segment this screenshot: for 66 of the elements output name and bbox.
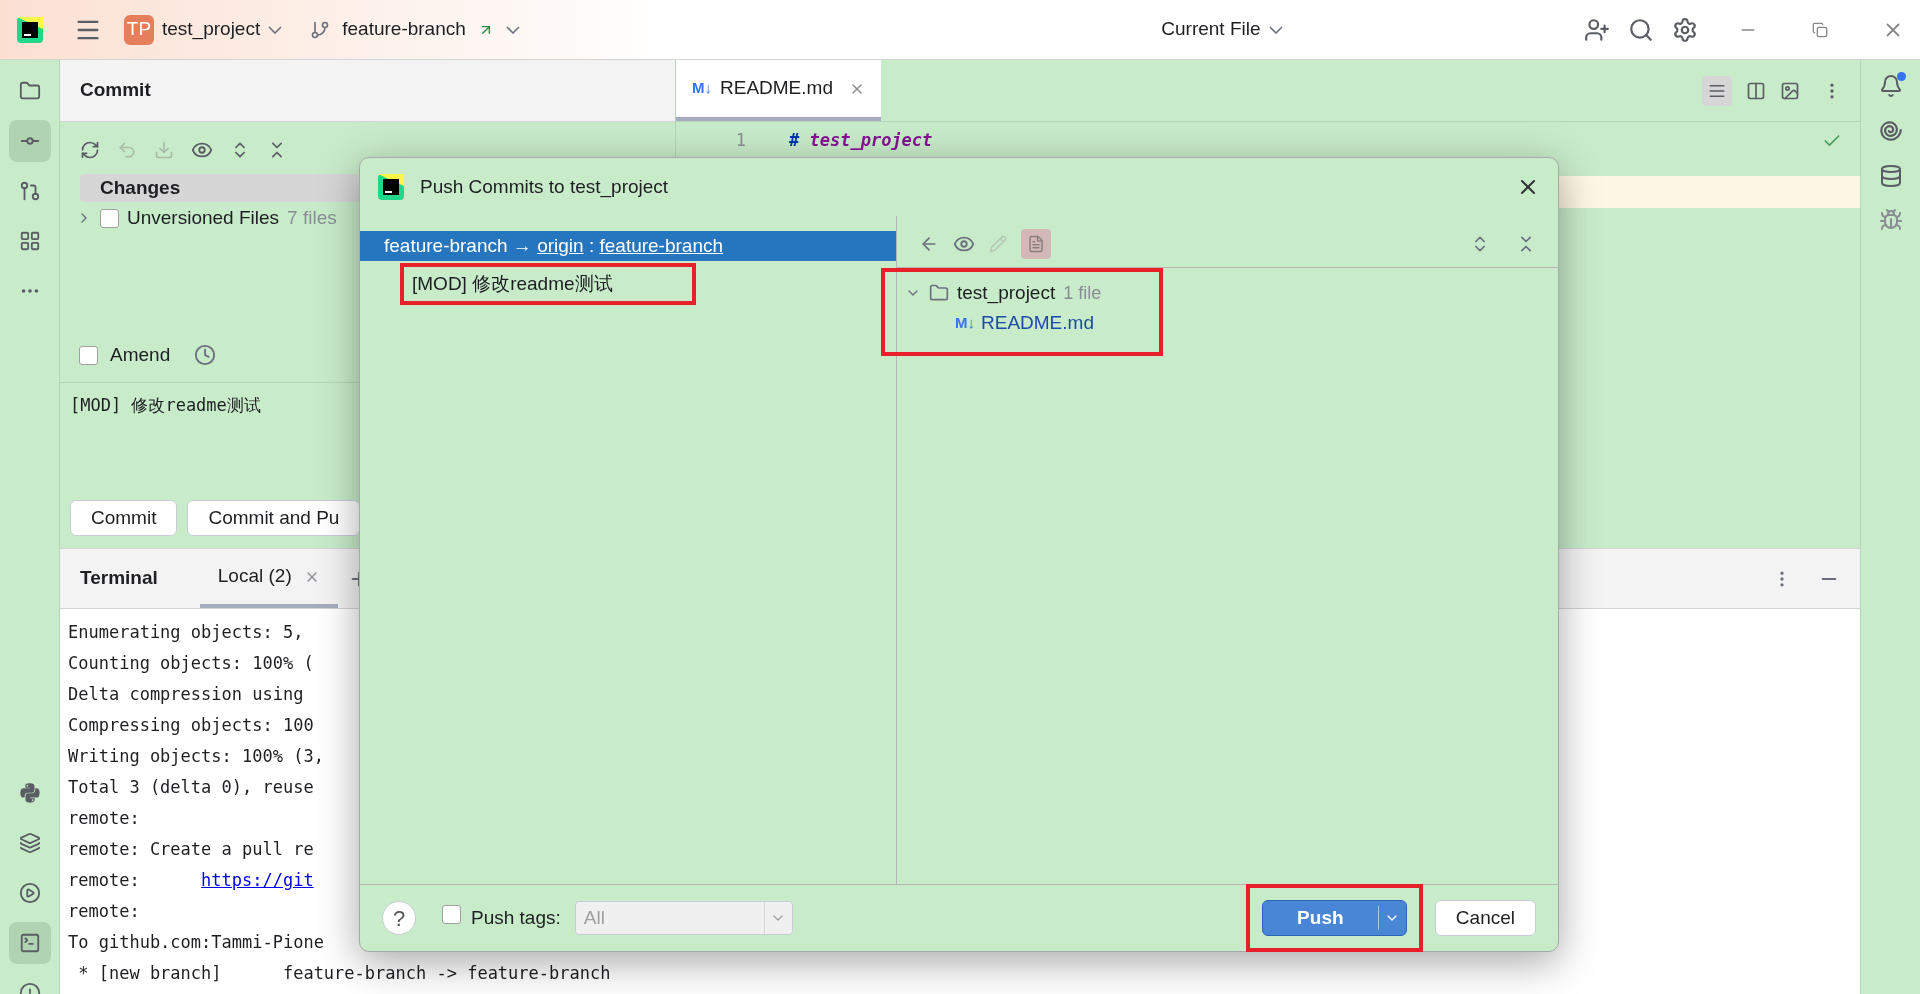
terminal-tab[interactable]: Local (2) bbox=[199, 549, 338, 608]
refresh-icon[interactable] bbox=[80, 140, 100, 160]
project-badge: TP bbox=[124, 14, 154, 45]
tree-item[interactable]: Unversioned Files bbox=[127, 203, 280, 233]
commit-icon[interactable] bbox=[8, 120, 51, 162]
amend-label: Amend bbox=[110, 342, 171, 367]
line-number: 1 bbox=[734, 129, 746, 153]
app-logo bbox=[378, 174, 404, 200]
tree-item[interactable]: README.md bbox=[981, 308, 1094, 338]
tab-label: README.md bbox=[720, 76, 833, 101]
history-icon[interactable] bbox=[194, 344, 217, 366]
terminal-link[interactable]: https://git bbox=[201, 869, 314, 890]
terminal-line: * [new branch] feature-branch -> feature-branch bbox=[77, 961, 611, 985]
commit-button[interactable]: Commit bbox=[70, 500, 178, 536]
branch-icon bbox=[310, 19, 331, 40]
settings-icon[interactable] bbox=[1672, 16, 1698, 43]
app-logo bbox=[17, 16, 43, 43]
project-selector[interactable]: test_project bbox=[162, 15, 283, 44]
terminal-line: remote: bbox=[68, 899, 140, 923]
terminal-line: Writing objects: 100% (3, bbox=[68, 744, 324, 768]
terminal-line: Counting objects: 100% ( bbox=[68, 651, 314, 675]
terminal-line: Compressing objects: 100 bbox=[68, 713, 314, 737]
run-config-selector[interactable]: Current File bbox=[1161, 15, 1283, 44]
markdown-label: M↓ bbox=[692, 78, 712, 99]
push-tags-label: Push tags: bbox=[471, 905, 561, 930]
cancel-button[interactable]: Cancel bbox=[1434, 900, 1536, 936]
chevron-down-icon bbox=[268, 25, 283, 34]
terminal-line: remote: https://git bbox=[68, 868, 314, 892]
preview-icon[interactable] bbox=[1780, 80, 1800, 101]
commit-button[interactable]: Commit and Pu bbox=[187, 500, 361, 536]
editor-tab[interactable]: M↓ README.md bbox=[676, 60, 881, 121]
pencil-icon bbox=[989, 234, 1007, 253]
help-button[interactable]: ? bbox=[382, 901, 416, 935]
terminal-line: remote: bbox=[68, 806, 140, 830]
branch-selector[interactable]: feature-branch bbox=[342, 15, 520, 44]
push-button[interactable]: Push bbox=[1261, 900, 1407, 936]
chevron-down-icon bbox=[1268, 25, 1283, 34]
add-user-icon[interactable] bbox=[1584, 16, 1610, 43]
split-view-icon[interactable] bbox=[1746, 80, 1766, 101]
panel-title: Commit bbox=[80, 78, 151, 103]
terminal-line: Total 3 (delta 0), reuse bbox=[68, 775, 314, 799]
terminal-line: Enumerating objects: 5, bbox=[68, 620, 304, 644]
file-count: 1 file bbox=[1063, 281, 1102, 305]
checkbox[interactable] bbox=[100, 208, 119, 228]
commit-row[interactable]: [MOD] 修改readme测试 bbox=[400, 263, 696, 305]
panel-title: Terminal bbox=[80, 566, 158, 591]
folder-icon bbox=[929, 283, 949, 303]
terminal-icon[interactable] bbox=[8, 922, 51, 964]
terminal-line: To github.com:Tammi-Pione bbox=[68, 930, 324, 954]
database-icon[interactable] bbox=[1878, 164, 1903, 188]
terminal-line: remote: Create a pull re bbox=[68, 837, 314, 861]
spiral-icon[interactable] bbox=[1877, 118, 1904, 144]
bug-icon[interactable] bbox=[1878, 208, 1903, 232]
repo-row[interactable]: feature-branch → origin : feature-branch bbox=[360, 231, 896, 261]
code-line: # test_project bbox=[789, 129, 933, 153]
chevron-down-icon bbox=[505, 25, 520, 34]
tree-item[interactable]: test_project bbox=[957, 278, 1056, 308]
source-view-icon[interactable] bbox=[1702, 75, 1732, 106]
search-icon[interactable] bbox=[1628, 16, 1654, 43]
file-count: 7 files bbox=[287, 205, 337, 230]
restore-icon[interactable] bbox=[1812, 21, 1828, 38]
terminal-line: Delta compression using bbox=[68, 682, 304, 706]
group-by-icon[interactable] bbox=[1021, 228, 1051, 259]
markdown-label: M↓ bbox=[955, 312, 975, 333]
amend-checkbox[interactable] bbox=[79, 345, 98, 365]
notifications-icon[interactable] bbox=[1878, 74, 1903, 98]
